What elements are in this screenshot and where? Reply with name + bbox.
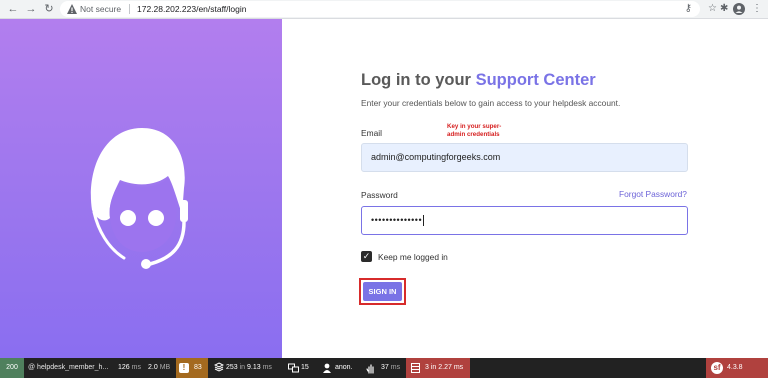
- password-mask: ••••••••••••••: [371, 215, 423, 225]
- key-icon[interactable]: ⚷: [685, 2, 692, 16]
- memory-value: 2.0: [148, 364, 158, 371]
- email-field[interactable]: admin@computingforgeeks.com: [361, 143, 688, 172]
- reload-icon[interactable]: ↻: [42, 2, 56, 16]
- layers-in: in: [239, 364, 246, 371]
- bookmark-star-icon[interactable]: ☆: [708, 2, 717, 16]
- cache-in: in: [430, 364, 437, 371]
- events-time[interactable]: 37 ms: [381, 358, 400, 378]
- url-text[interactable]: 172.28.202.223/en/staff/login: [137, 3, 247, 15]
- hero-panel: [0, 19, 282, 358]
- cache-icon: [411, 363, 420, 373]
- annotation-note: Key in your super- admin credentials: [447, 123, 527, 139]
- debug-toolbar: 200 @ helpdesk_member_h... 126 ms 2.0 MB…: [0, 358, 768, 378]
- database-icon[interactable]: [288, 363, 299, 373]
- symfony-version[interactable]: 4.3.8: [727, 358, 743, 378]
- extensions-puzzle-icon[interactable]: ✱: [720, 2, 728, 16]
- request-time-unit: ms: [131, 364, 141, 371]
- events-time-unit: ms: [390, 364, 401, 371]
- warning-icon: !: [179, 363, 189, 373]
- request-time[interactable]: 126 ms: [118, 358, 141, 378]
- title-prefix: Log in to your: [361, 71, 476, 89]
- address-bar[interactable]: Not secure 172.28.202.223/en/staff/login…: [60, 1, 700, 17]
- password-field[interactable]: ••••••••••••••: [361, 206, 688, 235]
- password-label: Password: [361, 190, 398, 200]
- warnings-count[interactable]: 83: [194, 358, 202, 378]
- db-queries-count[interactable]: 15: [301, 358, 309, 378]
- address-divider: [129, 4, 130, 14]
- cache-stats[interactable]: 3 in 2.27 ms: [425, 358, 463, 378]
- annotation-line-1: Key in your super-: [447, 123, 502, 130]
- memory-usage[interactable]: 2.0 MB: [148, 358, 170, 378]
- user-status[interactable]: anon.: [335, 358, 353, 378]
- text-cursor: [423, 215, 425, 227]
- security-label[interactable]: Not secure: [80, 3, 121, 15]
- browser-menu-icon[interactable]: ⋮: [752, 2, 762, 16]
- title-accent: Support Center: [475, 71, 596, 89]
- forgot-password-link[interactable]: Forgot Password?: [619, 189, 687, 199]
- annotation-line-2: admin credentials: [447, 131, 500, 138]
- page-subtitle: Enter your credentials below to gain acc…: [361, 98, 621, 108]
- email-label: Email: [361, 128, 382, 138]
- layers-count: 253: [225, 364, 238, 371]
- symfony-logo-icon: sf: [711, 362, 723, 374]
- events-time-value: 37: [381, 364, 389, 371]
- keep-logged-in-checkbox[interactable]: ✓: [361, 251, 372, 262]
- cache-unit: ms: [453, 364, 464, 371]
- support-agent-icon: [90, 128, 188, 269]
- layers-time: 9.13: [247, 364, 261, 371]
- sign-in-button[interactable]: SIGN IN: [363, 282, 402, 301]
- user-icon[interactable]: [322, 363, 332, 373]
- layers-panel[interactable]: 253 in 9.13 ms: [213, 358, 272, 378]
- back-arrow-icon[interactable]: ←: [6, 2, 20, 16]
- request-time-value: 126: [118, 364, 130, 371]
- page-title: Log in to your Support Center: [361, 71, 596, 90]
- warning-triangle-icon[interactable]: [66, 3, 78, 15]
- events-hand-icon[interactable]: [366, 363, 376, 374]
- forward-arrow-icon[interactable]: →: [24, 2, 38, 16]
- route-name[interactable]: @ helpdesk_member_h...: [28, 358, 108, 378]
- browser-toolbar: ← → ↻ Not secure 172.28.202.223/en/staff…: [0, 0, 768, 19]
- profile-avatar-icon[interactable]: [733, 3, 745, 15]
- keep-logged-in-label[interactable]: Keep me logged in: [378, 252, 448, 262]
- layers-icon: [213, 362, 225, 372]
- layers-unit: ms: [262, 364, 272, 371]
- memory-unit: MB: [159, 364, 171, 371]
- cache-count: 3: [425, 364, 429, 371]
- status-code-badge[interactable]: 200: [0, 358, 24, 378]
- cache-time: 2.27: [438, 364, 452, 371]
